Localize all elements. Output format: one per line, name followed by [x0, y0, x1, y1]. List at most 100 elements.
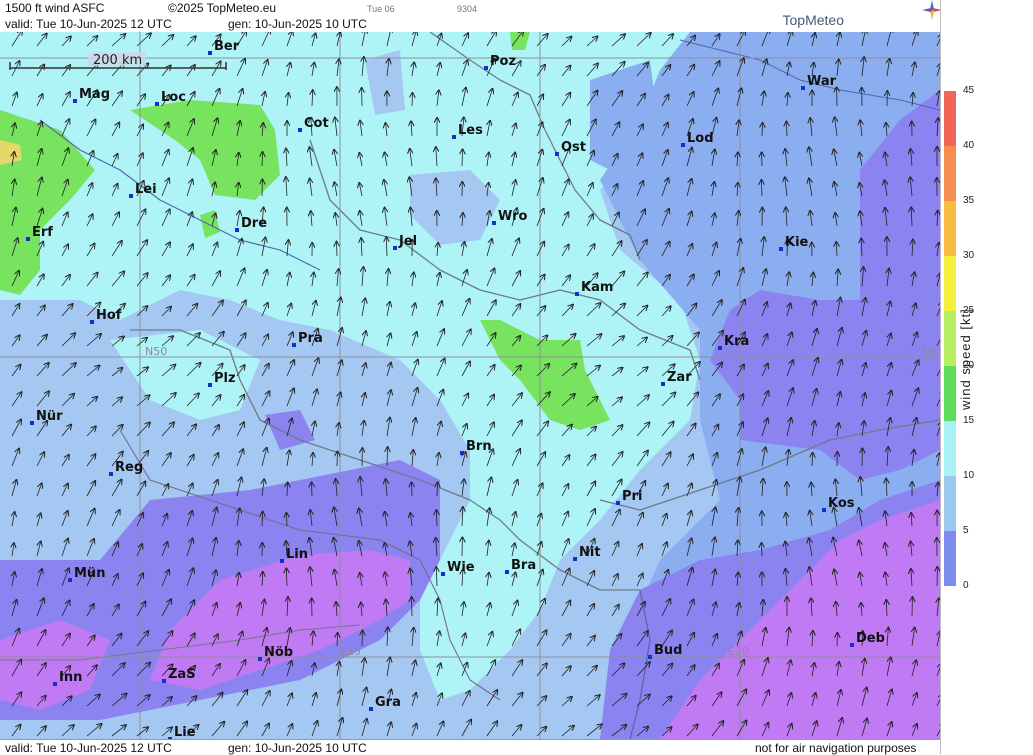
city-marker-icon	[90, 320, 94, 324]
wind-speed-field	[0, 32, 940, 739]
generated-time: gen: 10-Jun-2025 10 UTC	[228, 17, 367, 31]
product-title: 1500 ft wind ASFC	[5, 1, 104, 15]
header-small-day: Tue 06	[367, 4, 395, 14]
city-label: Bra	[511, 558, 536, 573]
wind-arrow	[337, 242, 338, 256]
grid-label-n5: N5	[922, 345, 937, 358]
city-mün: Mün	[68, 566, 105, 582]
legend-tick: 0	[963, 580, 969, 591]
city-label: Ber	[214, 39, 240, 54]
legend-title: wind speed [kt]	[958, 300, 973, 410]
city-marker-icon	[129, 194, 133, 198]
city-label: Lin	[286, 547, 308, 562]
header-small-code: 9304	[457, 4, 477, 14]
city-label: Kam	[581, 280, 613, 295]
city-label: Kos	[828, 496, 855, 511]
city-label: Nöb	[264, 645, 293, 660]
city-marker-icon	[155, 102, 159, 106]
city-marker-icon	[369, 707, 373, 711]
brand-name: TopMeteo	[783, 12, 844, 28]
city-marker-icon	[681, 143, 685, 147]
city-marker-icon	[30, 421, 34, 425]
wind-arrow	[412, 482, 413, 496]
city-label: Dre	[241, 216, 267, 231]
legend-swatch	[944, 201, 956, 256]
wind-speed-legend	[940, 0, 1033, 754]
city-mag: Mag	[73, 87, 110, 103]
city-marker-icon	[616, 501, 620, 505]
city-label: Loc	[161, 90, 186, 105]
disclaimer: not for air navigation purposes	[755, 741, 916, 755]
city-marker-icon	[452, 135, 456, 139]
legend-tick: 15	[963, 415, 974, 426]
city-marker-icon	[298, 128, 302, 132]
legend-tick: 5	[963, 525, 969, 536]
wind-arrow	[337, 452, 338, 466]
city-label: Pri	[622, 489, 642, 504]
city-reg: Reg	[109, 460, 143, 476]
scale-label: 200 km	[93, 53, 142, 68]
city-marker-icon	[575, 292, 579, 296]
city-marker-icon	[718, 346, 722, 350]
city-deb: Deb	[850, 631, 885, 647]
city-label: Erf	[32, 225, 53, 240]
city-label: Mün	[74, 566, 105, 581]
city-marker-icon	[441, 572, 445, 576]
city-label: Plz	[214, 371, 236, 386]
city-label: Wie	[447, 560, 475, 575]
city-label: Deb	[856, 631, 885, 646]
legend-tick: 40	[963, 140, 974, 151]
city-marker-icon	[850, 643, 854, 647]
city-marker-icon	[492, 221, 496, 225]
legend-swatch	[944, 531, 956, 586]
wind-arrow	[412, 93, 413, 106]
wind-arrow	[462, 149, 463, 166]
legend-swatch	[944, 421, 956, 476]
city-label: Zar	[667, 370, 692, 385]
city-label: Inn	[59, 670, 82, 685]
footer-valid-time: valid: Tue 10-Jun-2025 12 UTC	[5, 741, 172, 755]
city-label: Les	[458, 123, 483, 138]
city-label: Jel	[398, 234, 417, 249]
legend-tick: 45	[963, 85, 974, 96]
wind-arrow	[762, 543, 763, 556]
legend-swatch	[944, 311, 956, 366]
city-label: ZaS	[168, 667, 196, 682]
city-marker-icon	[109, 472, 113, 476]
city-label: Hof	[96, 308, 122, 323]
city-marker-icon	[208, 51, 212, 55]
city-label: Kra	[724, 334, 749, 349]
city-marker-icon	[292, 343, 296, 347]
legend-colorbar	[941, 0, 1033, 754]
city-marker-icon	[661, 382, 665, 386]
city-war: War	[801, 74, 837, 90]
city-wro: Wro	[492, 209, 528, 225]
city-marker-icon	[393, 246, 397, 250]
legend-tick: 30	[963, 250, 974, 261]
wind-map-canvas: N50 N5 E15 E20 200 km BerPozWarMagLocCot…	[0, 32, 940, 739]
city-marker-icon	[73, 99, 77, 103]
city-label: Reg	[115, 460, 143, 475]
city-marker-icon	[68, 578, 72, 582]
legend-swatch	[944, 256, 956, 311]
city-marker-icon	[573, 557, 577, 561]
wind-arrow	[412, 597, 413, 616]
city-label: Wro	[498, 209, 528, 224]
city-marker-icon	[484, 66, 488, 70]
city-marker-icon	[801, 86, 805, 90]
city-nöb: Nöb	[258, 645, 293, 661]
city-label: Nür	[36, 409, 63, 424]
city-zas: ZaS	[162, 667, 196, 683]
city-label: Cot	[304, 116, 329, 131]
city-marker-icon	[162, 679, 166, 683]
city-marker-icon	[235, 228, 239, 232]
city-marker-icon	[53, 682, 57, 686]
header-bar: 1500 ft wind ASFC ©2025 TopMeteo.eu Tue …	[0, 0, 940, 33]
wind-arrow	[312, 482, 313, 496]
legend-tick: 35	[963, 195, 974, 206]
copyright: ©2025 TopMeteo.eu	[168, 1, 276, 15]
city-label: Lie	[174, 725, 196, 739]
wind-map[interactable]: N50 N5 E15 E20 200 km BerPozWarMagLocCot…	[0, 32, 940, 739]
legend-swatch	[944, 476, 956, 531]
city-label: Brn	[466, 439, 492, 454]
